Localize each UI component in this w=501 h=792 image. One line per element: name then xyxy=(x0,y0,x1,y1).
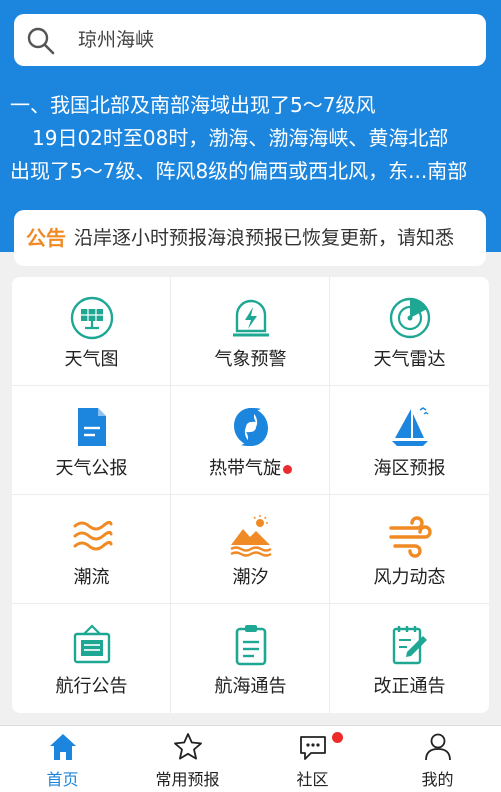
grid-item-navigation-notice[interactable]: 航行公告 xyxy=(12,604,171,713)
grid-item-label-text: 热带气旋 xyxy=(209,458,281,479)
news-headline: 一、我国北部及南部海域出现了5～7级风 xyxy=(10,93,376,117)
grid-item-label: 天气雷达 xyxy=(373,349,446,370)
grid-item-tropical-cyclone[interactable]: 热带气旋 xyxy=(171,386,330,495)
tab-label: 社区 xyxy=(296,770,329,789)
tab-label: 我的 xyxy=(421,770,454,789)
tide-mountain-icon xyxy=(230,515,272,557)
grid-item-label: 天气公报 xyxy=(55,458,128,479)
grid-item-weather-map[interactable]: 天气图 xyxy=(12,277,171,386)
tab-common-forecast[interactable]: 常用预报 xyxy=(125,726,250,792)
search-input[interactable]: 琼州海峡 xyxy=(78,14,154,66)
warning-lightning-icon xyxy=(233,299,269,337)
grid-item-correction-notice[interactable]: 改正通告 xyxy=(330,604,489,713)
grid-item-weather-warning[interactable]: 气象预警 xyxy=(171,277,330,386)
radar-icon xyxy=(389,297,431,339)
feature-grid: 天气图 气象预警 天气雷达 天气公报 热带气旋 海区预报 潮流 潮汐 风力动态 … xyxy=(12,277,489,713)
edit-note-icon xyxy=(392,626,427,665)
star-icon xyxy=(174,733,202,760)
grid-item-label: 气象预警 xyxy=(214,349,287,370)
news-body-line: 出现了5～7级、阵风8级的偏西或西北风，东...南部 xyxy=(10,159,468,183)
grid-item-nautical-notice[interactable]: 航海通告 xyxy=(171,604,330,713)
notification-dot xyxy=(332,732,343,743)
tab-label: 首页 xyxy=(46,770,79,789)
grid-item-label: 改正通告 xyxy=(373,676,446,697)
clipboard-icon xyxy=(235,625,267,666)
sailboat-icon xyxy=(392,407,429,446)
notice-bar[interactable]: 公告 沿岸逐小时预报海浪预报已恢复更新，请知悉 xyxy=(14,210,486,266)
news-body-line: 19日02时至08时，渤海、渤海海峡、黄海北部 xyxy=(32,126,449,150)
grid-item-label: 风力动态 xyxy=(373,567,446,588)
notice-text: 沿岸逐小时预报海浪预报已恢复更新，请知悉 xyxy=(74,227,455,249)
grid-item-wind[interactable]: 风力动态 xyxy=(330,495,489,604)
typhoon-icon xyxy=(234,408,268,446)
grid-item-tide[interactable]: 潮汐 xyxy=(171,495,330,604)
grid-item-label: 航海通告 xyxy=(214,676,287,697)
grid-item-current[interactable]: 潮流 xyxy=(12,495,171,604)
wind-icon xyxy=(389,516,432,558)
solar-panel-icon xyxy=(70,296,114,340)
document-icon xyxy=(78,408,106,446)
notification-dot xyxy=(283,464,292,474)
search-icon xyxy=(27,27,55,55)
tab-community[interactable]: 社区 xyxy=(250,726,375,792)
tab-home[interactable]: 首页 xyxy=(0,726,125,792)
grid-item-weather-bulletin[interactable]: 天气公报 xyxy=(12,386,171,495)
grid-item-label: 热带气旋 xyxy=(171,454,330,480)
grid-item-label: 潮流 xyxy=(73,567,110,588)
home-icon xyxy=(50,734,76,760)
grid-item-label: 潮汐 xyxy=(232,567,269,588)
grid-item-label: 天气图 xyxy=(64,349,119,370)
search-bar[interactable]: 琼州海峡 xyxy=(14,14,486,66)
notice-board-icon xyxy=(73,624,111,664)
bottom-tab-bar: 首页 常用预报 社区 我的 xyxy=(0,725,501,792)
grid-item-label: 航行公告 xyxy=(55,676,128,697)
notice-tag: 公告 xyxy=(26,226,66,250)
current-waves-icon xyxy=(73,520,113,551)
tab-mine[interactable]: 我的 xyxy=(375,726,500,792)
chat-icon xyxy=(300,736,326,760)
user-icon xyxy=(425,733,451,761)
grid-item-weather-radar[interactable]: 天气雷达 xyxy=(330,277,489,386)
grid-item-label: 海区预报 xyxy=(373,458,446,479)
news-ticker[interactable]: 一、我国北部及南部海域出现了5～7级风 19日02时至08时，渤海、渤海海峡、黄… xyxy=(0,88,501,198)
grid-item-sea-forecast[interactable]: 海区预报 xyxy=(330,386,489,495)
tab-label: 常用预报 xyxy=(155,770,220,789)
